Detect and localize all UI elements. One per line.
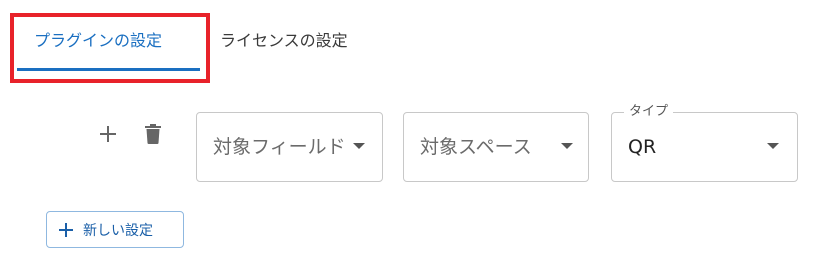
chevron-down-icon: [767, 143, 779, 149]
active-tab-indicator: [17, 68, 200, 71]
tab-license-settings[interactable]: ライセンスの設定: [220, 27, 348, 71]
type-select[interactable]: タイプ QR: [611, 103, 798, 182]
plus-icon: [59, 222, 73, 237]
target-space-select[interactable]: 対象スペース: [403, 112, 589, 182]
target-field-select[interactable]: 対象フィールド: [196, 112, 383, 182]
tab-plugin-settings[interactable]: プラグインの設定: [34, 27, 162, 71]
target-space-placeholder: 対象スペース: [420, 136, 532, 158]
chevron-down-icon: [353, 143, 365, 149]
plus-icon[interactable]: [96, 122, 120, 146]
type-value: QR: [628, 136, 657, 158]
target-field-placeholder: 対象フィールド: [213, 136, 346, 158]
chevron-down-icon: [561, 143, 573, 149]
new-setting-button[interactable]: 新しい設定: [46, 211, 184, 248]
trash-icon[interactable]: [141, 122, 165, 146]
new-setting-label: 新しい設定: [83, 222, 153, 239]
